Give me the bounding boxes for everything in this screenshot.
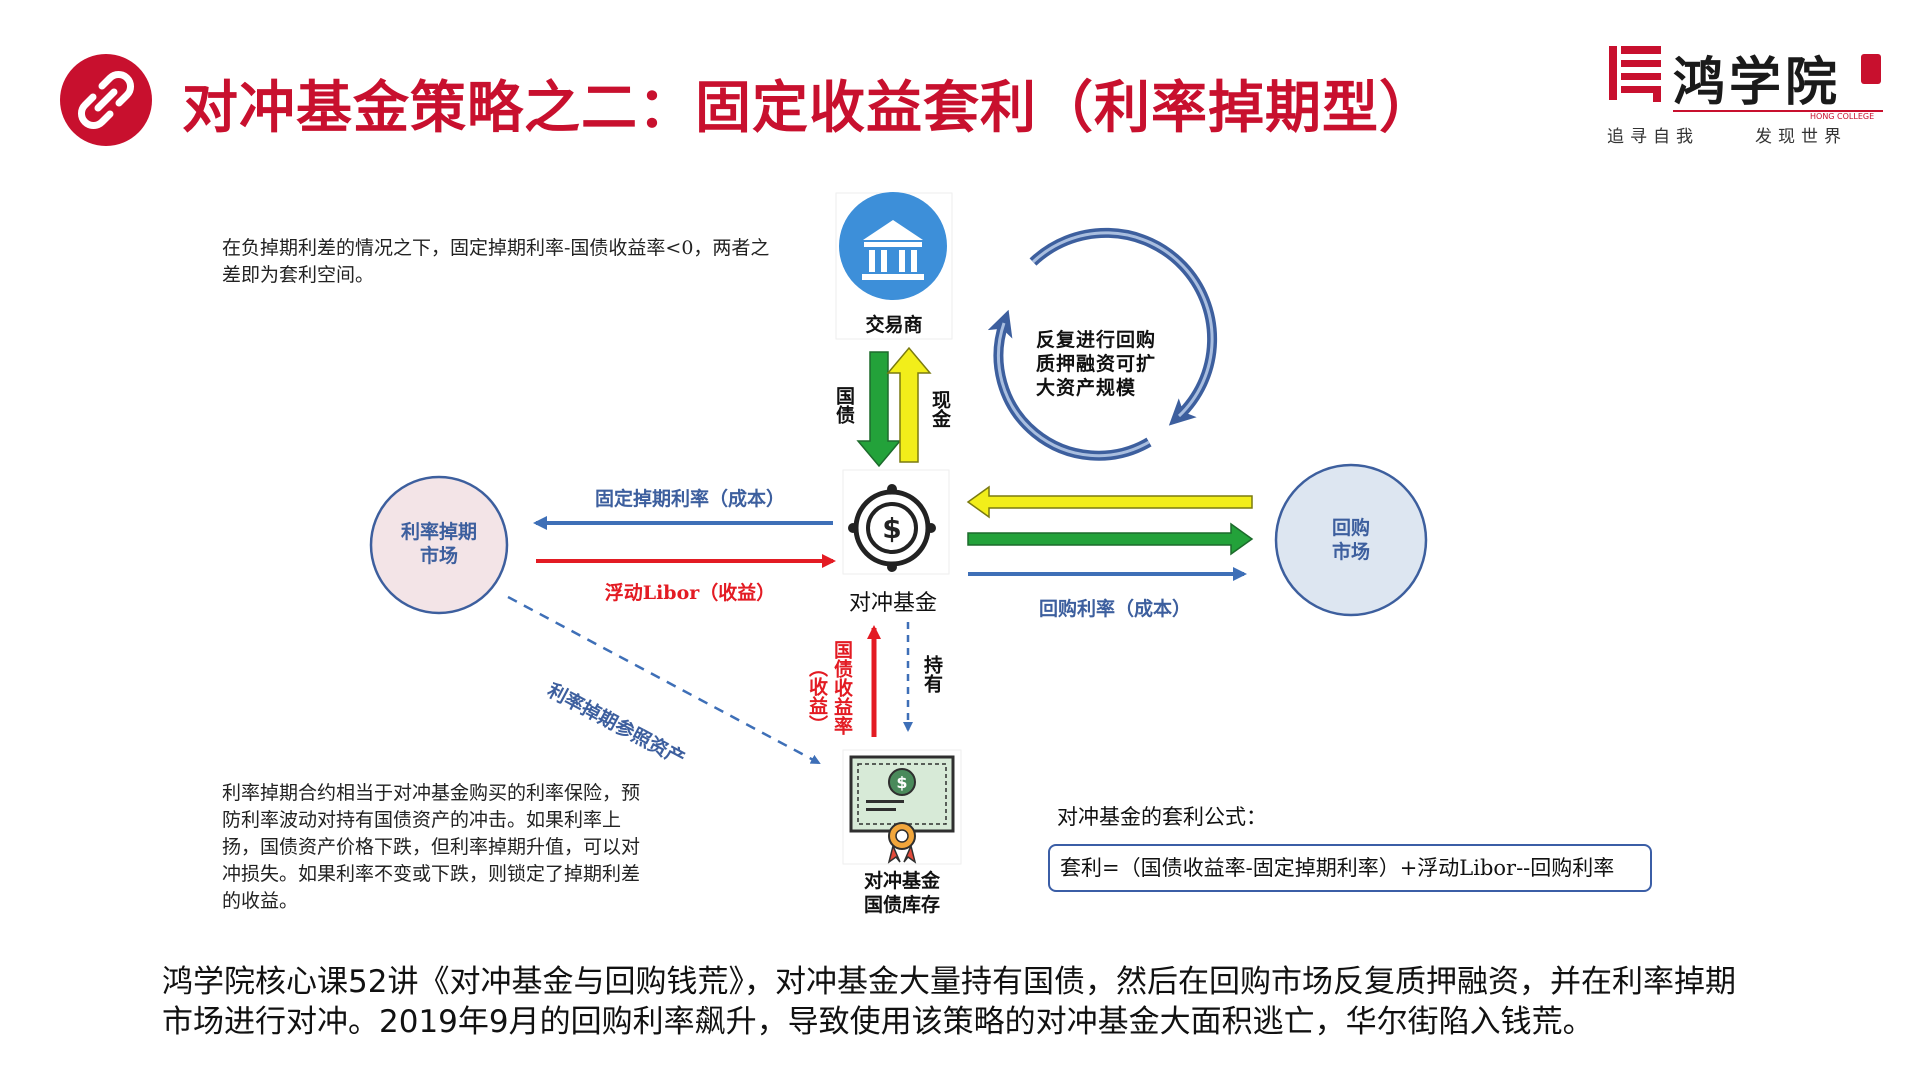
repo-green-arrow [967, 522, 1254, 556]
dealer-label: 交易商 [865, 314, 923, 336]
svg-text:$: $ [882, 512, 901, 545]
repo-rate-label: 回购利率（成本） [1038, 598, 1191, 620]
footer-text: 鸿学院核心课52讲《对冲基金与回购钱荒》，对冲基金大量持有国债，然后在回购市场反… [162, 964, 1736, 1040]
repo-market-label: 回购 市场 [1331, 517, 1370, 563]
diagram-canvas: $ $ [369, 192, 1428, 865]
note-bottom: 利率掉期合约相当于对冲基金购买的利率保险，预防利率波动对持有国债资产的冲击。如果… [222, 782, 641, 912]
hedge-fund-dollar-icon: $ [842, 469, 950, 575]
bond-yield-label: 国债收益率 [831, 640, 853, 735]
formula-label: 对冲基金的套利公式： [1057, 805, 1267, 829]
bond-certificate-icon: $ [842, 749, 962, 865]
cycle-text: 反复进行回购 质押融资可扩 大资产规模 [1036, 329, 1157, 399]
floating-libor-label: 浮动Libor（收益） [604, 582, 776, 604]
formula-text: 套利=（国债收益率-固定掉期利率）+浮动Libor--回购利率 [1060, 856, 1615, 880]
inventory-label-line1: 对冲基金 [863, 870, 940, 892]
note-top: 在负掉期利差的情况之下，固定掉期利率-国债收益率<0，两者之差即为套利空间。 [222, 237, 770, 286]
bonds-label: 国债 [833, 386, 855, 424]
swap-market-label: 利率掉期 市场 [400, 521, 477, 567]
cash-label: 现金 [929, 390, 951, 428]
svg-text:$: $ [896, 773, 907, 792]
inventory-label-line2: 国债库存 [863, 894, 940, 916]
bond-yield-sub-label: （收益） [806, 658, 828, 734]
hedge-fund-label: 对冲基金 [848, 591, 937, 616]
fixed-swap-label: 固定掉期利率（成本） [594, 488, 785, 510]
bank-icon [839, 192, 947, 300]
hold-label: 持有 [921, 655, 943, 693]
formula-box: 套利=（国债收益率-固定掉期利率）+浮动Libor--回购利率 [1048, 844, 1652, 892]
repo-yellow-arrow [966, 485, 1253, 519]
